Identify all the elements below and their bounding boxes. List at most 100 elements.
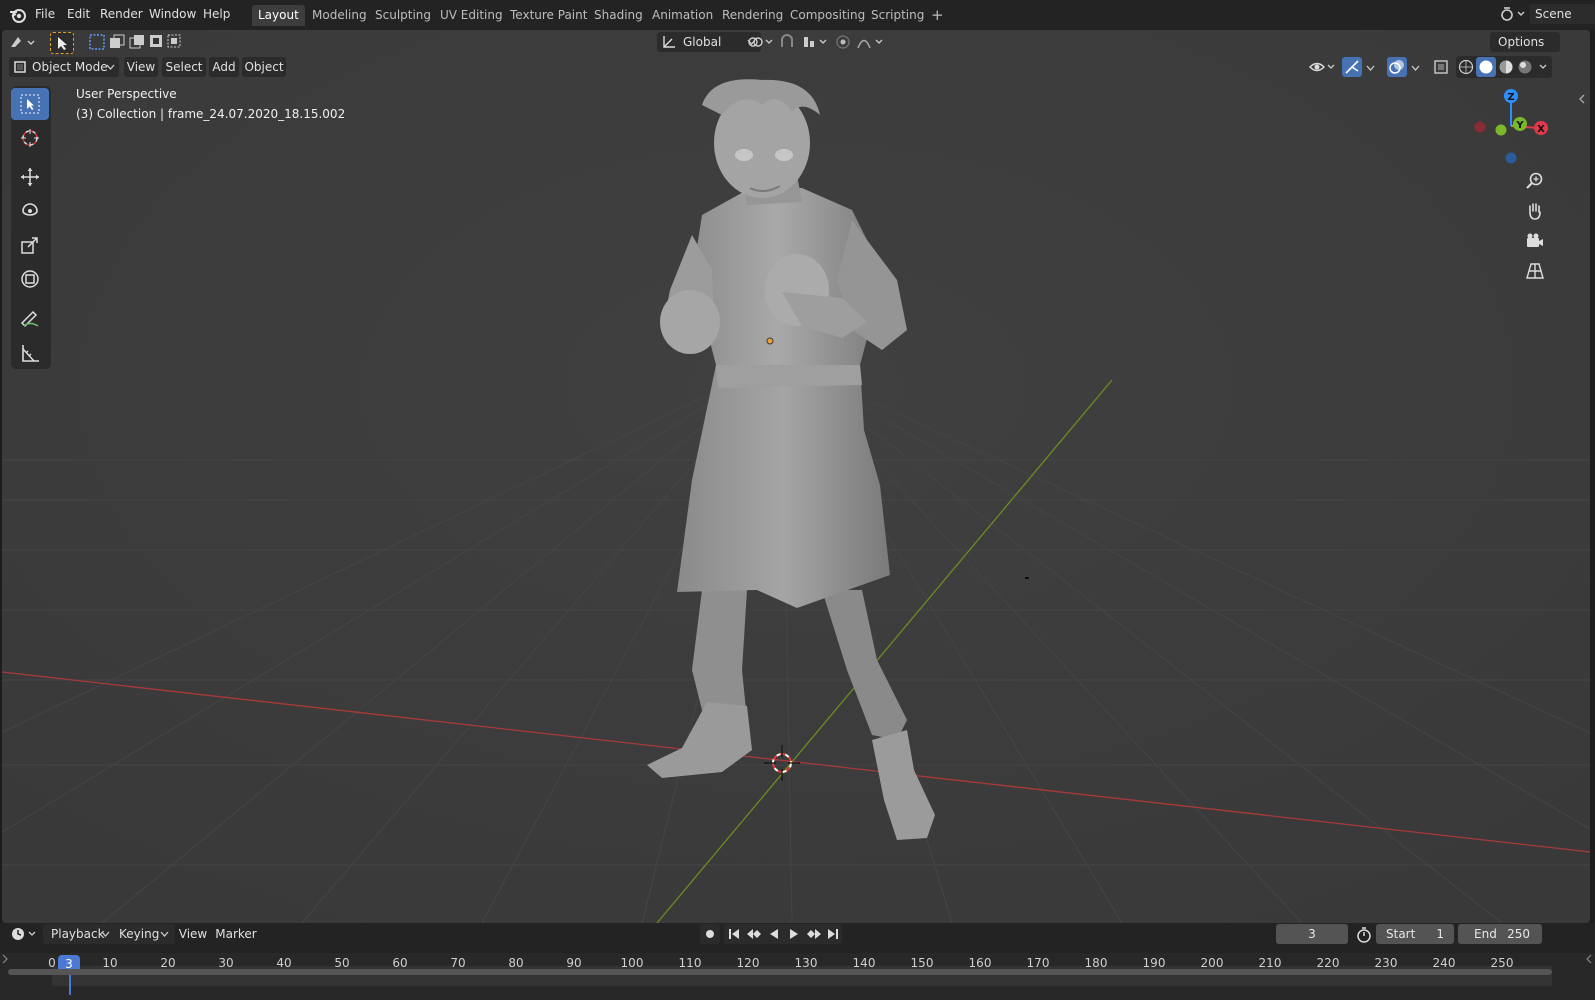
tab-modeling[interactable]: Modeling	[306, 5, 373, 26]
ruler-number-10: 10	[102, 956, 118, 970]
3d-viewport[interactable]: Global Options Object Mode View Select A…	[2, 30, 1590, 923]
gizmo-neg-x[interactable]	[1474, 121, 1486, 133]
select-box-icon	[20, 94, 40, 114]
play-icon[interactable]	[784, 924, 804, 944]
camera-view-button[interactable]	[1522, 228, 1548, 254]
view-name-label: User Perspective	[76, 87, 177, 101]
tool-annotate[interactable]	[11, 303, 49, 335]
viewport-menu-object[interactable]: Object	[242, 57, 286, 77]
chevron-down-icon[interactable]	[1366, 65, 1375, 71]
gizmo-neg-y[interactable]	[1495, 124, 1507, 136]
ruler-number-40: 40	[276, 956, 292, 970]
menu-edit[interactable]: Edit	[67, 7, 90, 21]
scene-name[interactable]: Scene	[1530, 4, 1595, 24]
timeline-menu-view[interactable]: View	[177, 924, 209, 944]
snap-toggle-icon[interactable]	[778, 33, 830, 54]
tab-layout[interactable]: Layout	[252, 5, 305, 26]
object-mode-label: Object Mode	[32, 60, 108, 74]
cursor-arrow-icon	[58, 37, 67, 50]
jump-to-end-icon[interactable]	[823, 924, 843, 944]
current-frame-field[interactable]: 3	[1276, 924, 1348, 944]
scene-selector-icon[interactable]	[1500, 6, 1526, 25]
tool-transform[interactable]	[11, 263, 49, 295]
ruler-number-90: 90	[566, 956, 582, 970]
timeline-editor-type[interactable]	[8, 923, 38, 945]
overlay-toggle-button[interactable]	[1387, 57, 1407, 77]
ruler-number-180: 180	[1084, 956, 1108, 970]
auto-keying-button[interactable]	[700, 924, 720, 944]
ruler-number-60: 60	[392, 956, 408, 970]
gizmo-neg-z[interactable]	[1505, 152, 1517, 164]
ruler-number-240: 240	[1432, 956, 1456, 970]
chevron-down-icon	[160, 931, 169, 937]
proportional-editing-icon[interactable]	[834, 33, 886, 54]
select-tool-button[interactable]	[50, 32, 74, 54]
ruler-number-50: 50	[334, 956, 350, 970]
shading-mode-group[interactable]	[1456, 56, 1552, 78]
jump-prev-keyframe-icon[interactable]	[744, 924, 764, 944]
timeline-editor: Playback Keying View Marker 3 Start 1 En…	[0, 923, 1595, 1000]
timeline-menu-playback[interactable]: Playback	[43, 924, 119, 944]
gizmo-toggle-button[interactable]	[1342, 57, 1362, 77]
timeline-menu-keying[interactable]: Keying	[114, 924, 175, 944]
start-value: 1	[1436, 927, 1444, 941]
navigation-gizmo[interactable]: Z Y X	[1468, 86, 1558, 166]
tab-rendering[interactable]: Rendering	[716, 5, 789, 26]
tab-uv-editing[interactable]: UV Editing	[434, 5, 509, 26]
scene-canvas[interactable]	[2, 30, 1590, 923]
ruler-number-250: 250	[1490, 956, 1514, 970]
object-origin-dot[interactable]	[766, 337, 774, 345]
tab-compositing[interactable]: Compositing	[784, 5, 871, 26]
blender-logo-icon[interactable]	[9, 6, 27, 27]
editor-type-icon[interactable]	[8, 33, 36, 54]
record-icon	[706, 930, 714, 938]
start-frame-field[interactable]: Start 1	[1376, 924, 1454, 944]
region-expand-chevron-icon[interactable]	[2, 954, 8, 964]
end-frame-field[interactable]: End 250	[1458, 924, 1542, 944]
play-reverse-icon[interactable]	[764, 924, 784, 944]
ruler-number-190: 190	[1142, 956, 1166, 970]
tab-sculpting[interactable]: Sculpting	[369, 5, 437, 26]
xray-toggle-icon[interactable]	[1432, 58, 1450, 79]
menu-file[interactable]: File	[35, 7, 55, 21]
orientation-icon	[663, 36, 675, 48]
selection-mode-group[interactable]	[88, 33, 182, 51]
gizmo-icon	[1345, 60, 1359, 74]
menu-window[interactable]: Window	[149, 7, 196, 21]
viewport-menu-view[interactable]: View	[124, 57, 158, 77]
tool-cursor[interactable]	[11, 122, 49, 154]
chevron-down-icon[interactable]	[1411, 65, 1420, 71]
viewport-menu-add[interactable]: Add	[209, 57, 239, 77]
end-label: End	[1474, 927, 1497, 941]
menu-help[interactable]: Help	[203, 7, 230, 21]
tool-move[interactable]	[11, 161, 49, 193]
region-collapse-chevron-icon[interactable]	[1586, 954, 1592, 964]
tool-measure[interactable]	[11, 337, 49, 369]
zoom-view-button[interactable]	[1522, 168, 1548, 194]
tool-scale[interactable]	[11, 229, 49, 261]
options-dropdown[interactable]: Options	[1490, 32, 1560, 52]
viewport-header: Object Mode View Select Add Object	[2, 55, 1590, 79]
viewport-menu-select[interactable]: Select	[162, 57, 206, 77]
object-mode-dropdown[interactable]: Object Mode	[9, 57, 119, 77]
menu-render[interactable]: Render	[100, 7, 143, 21]
preview-range-stopwatch-icon[interactable]	[1355, 926, 1373, 944]
add-workspace-button[interactable]: +	[925, 5, 950, 26]
visibility-eye-icon[interactable]	[1308, 58, 1338, 79]
tool-select-box[interactable]	[11, 88, 49, 120]
perspective-toggle-button[interactable]	[1522, 258, 1548, 284]
playhead-line[interactable]	[69, 973, 71, 995]
pan-view-button[interactable]	[1522, 198, 1548, 224]
tab-animation[interactable]: Animation	[646, 5, 719, 26]
sidebar-collapse-chevron-icon[interactable]	[1578, 94, 1586, 104]
jump-to-start-icon[interactable]	[724, 924, 744, 944]
tool-rotate[interactable]	[11, 195, 49, 227]
pivot-point-icon[interactable]	[746, 33, 776, 54]
jump-next-keyframe-icon[interactable]	[804, 924, 824, 944]
tab-scripting[interactable]: Scripting	[865, 5, 930, 26]
top-bar: File Edit Render Window Help Layout Mode…	[0, 0, 1595, 30]
camera-icon	[1527, 233, 1543, 247]
tab-shading[interactable]: Shading	[588, 5, 649, 26]
timeline-menu-marker[interactable]: Marker	[214, 924, 258, 944]
tab-texture-paint[interactable]: Texture Paint	[504, 5, 593, 26]
